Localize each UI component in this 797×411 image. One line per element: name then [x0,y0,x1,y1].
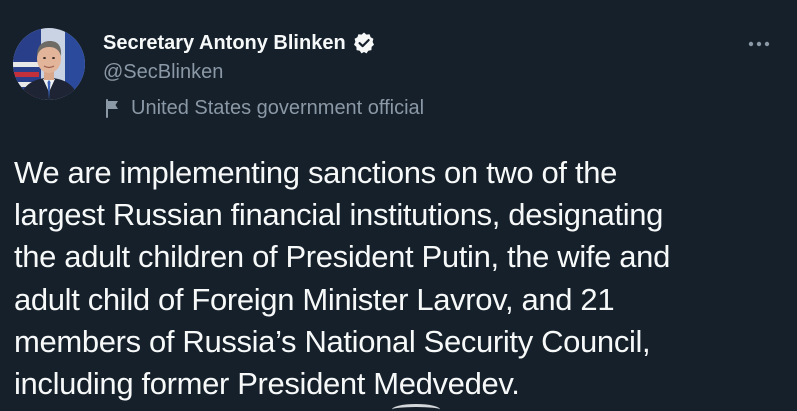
government-label-text: United States government official [131,97,425,119]
tweet-card: Secretary Antony Blinken @SecBlinken Uni… [0,0,797,411]
flag-icon [103,97,123,119]
author-display-name[interactable]: Secretary Antony Blinken [103,28,346,58]
profile-photo-icon [13,28,85,100]
author-name-row: Secretary Antony Blinken [103,28,376,58]
avatar[interactable] [13,28,85,100]
tweet-text: We are implementing sanctions on two of … [14,155,670,402]
cutoff-content-fragment [392,404,440,411]
author-handle[interactable]: @SecBlinken [103,58,223,86]
more-horizontal-icon [748,41,770,47]
government-label[interactable]: United States government official [103,94,424,122]
verified-badge-icon [352,31,376,55]
more-options-button[interactable] [739,30,779,58]
